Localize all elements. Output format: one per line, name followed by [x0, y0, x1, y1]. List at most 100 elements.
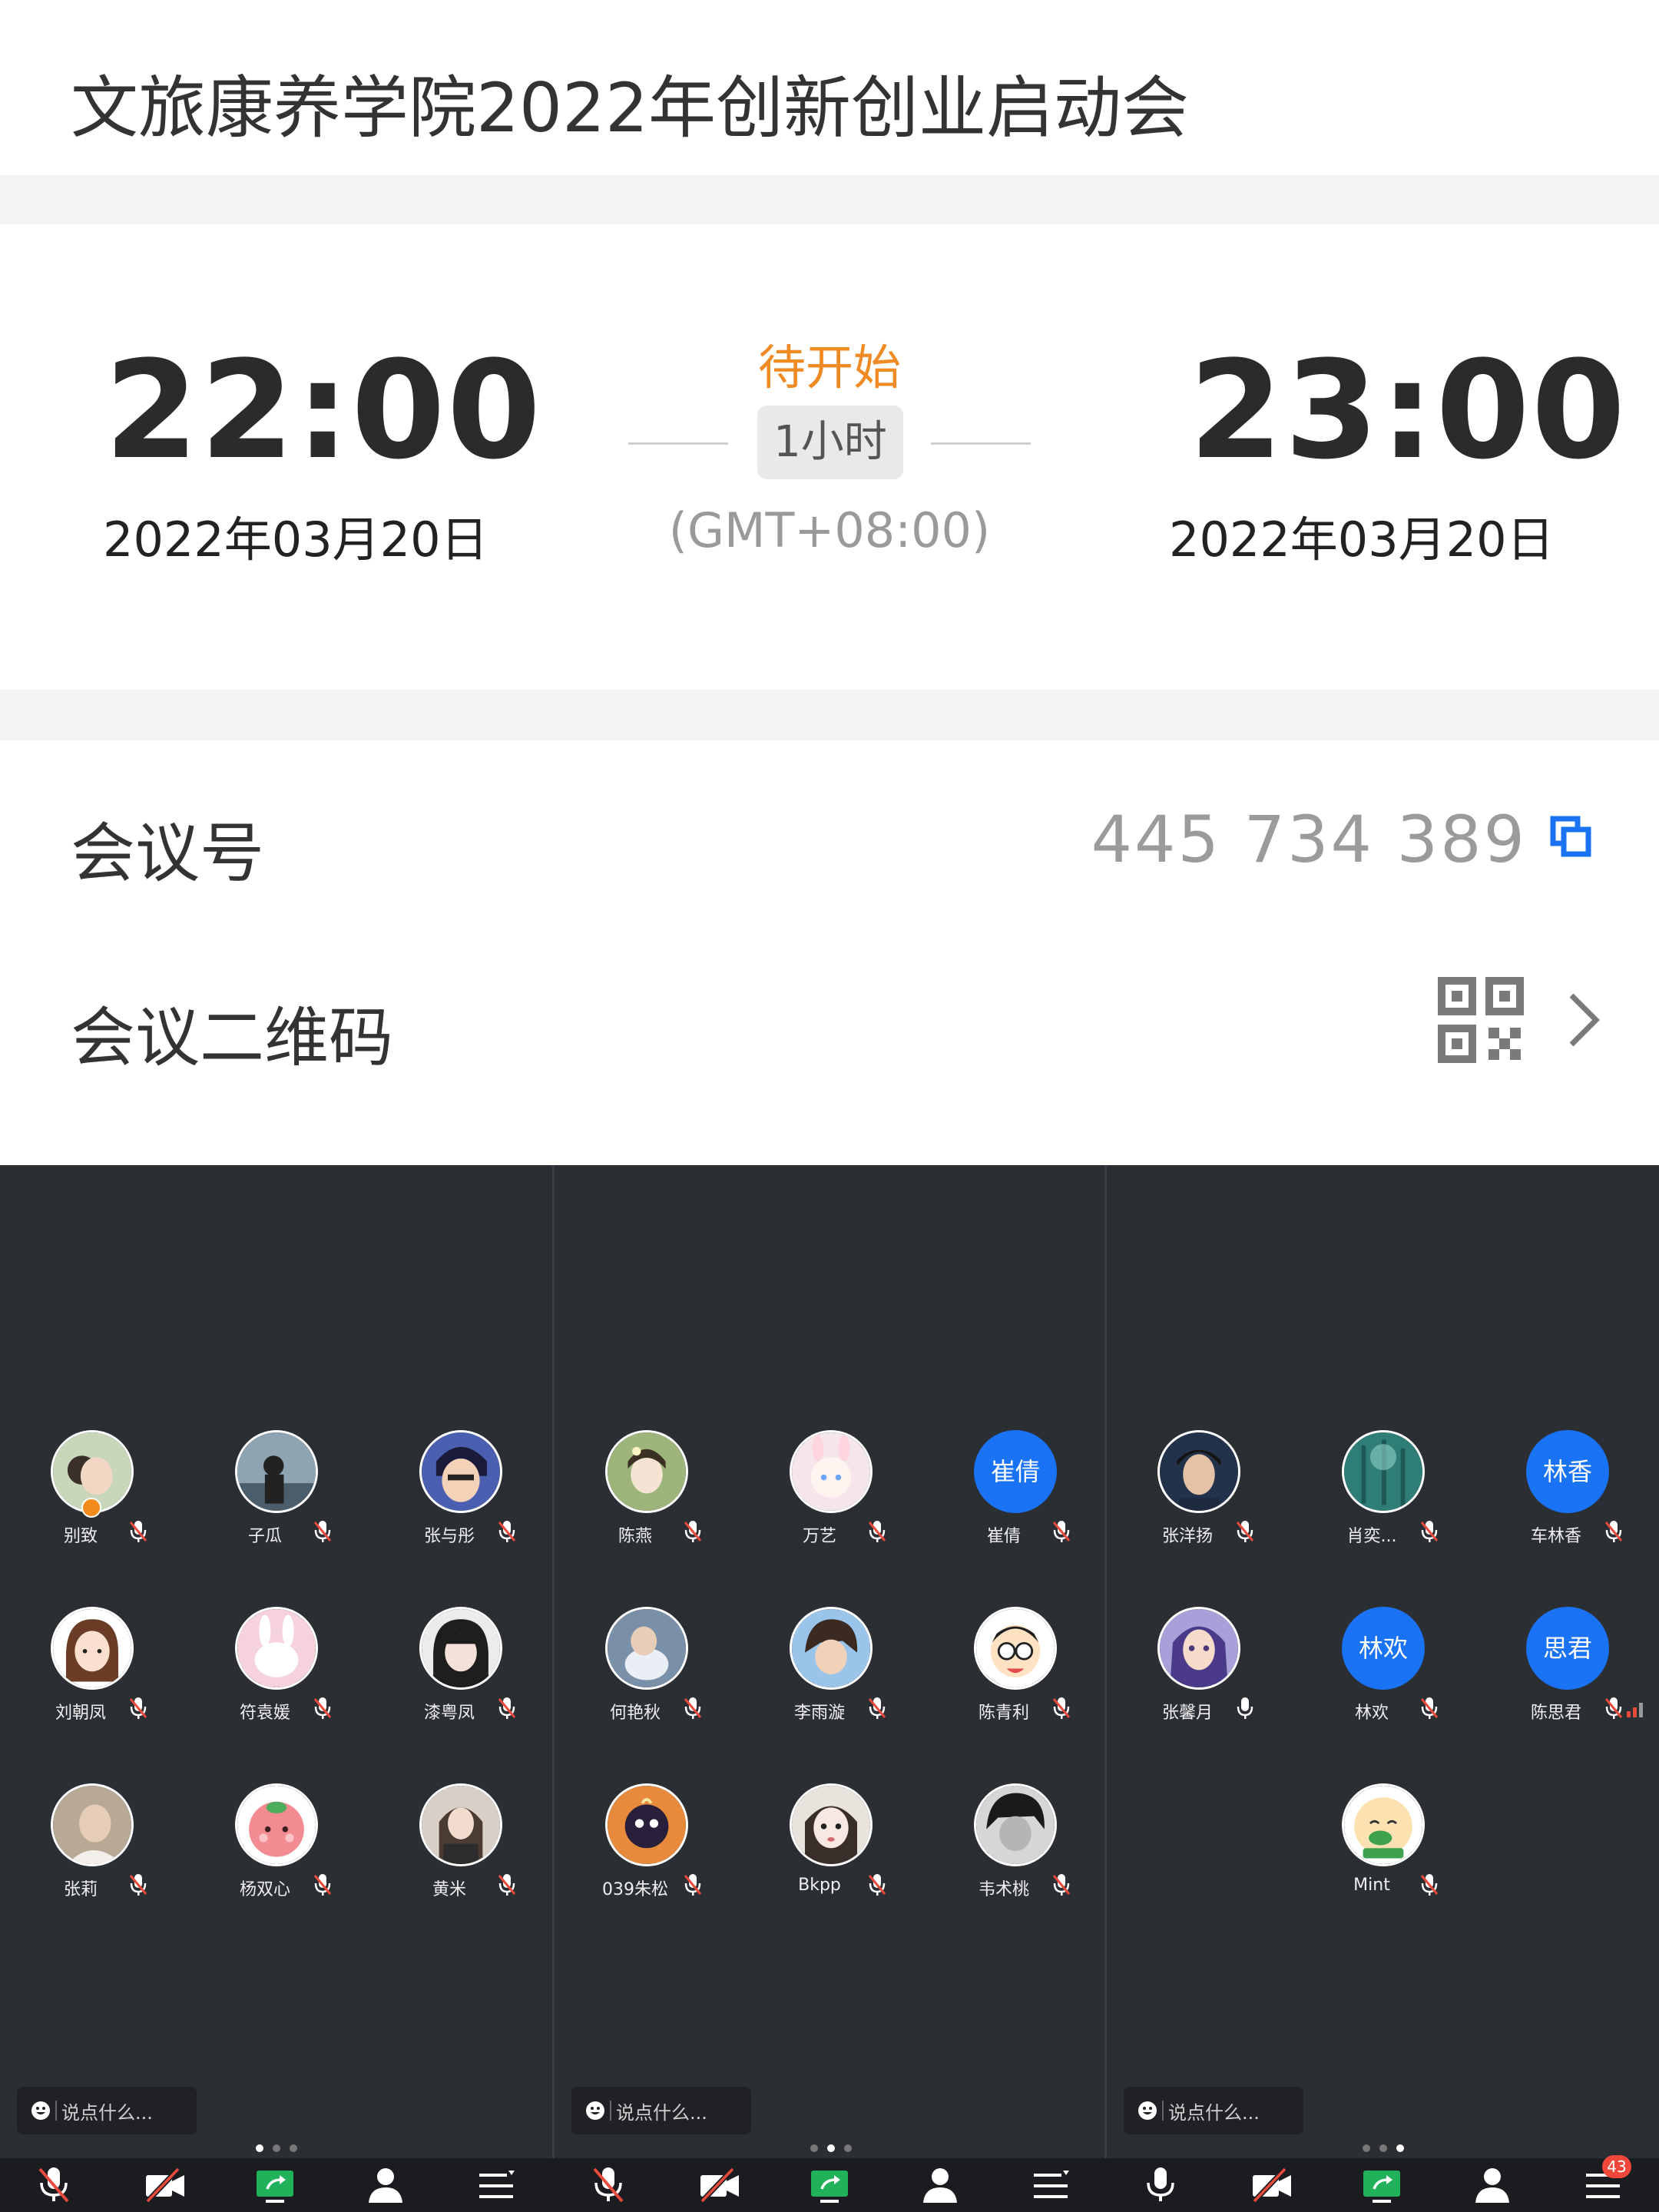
participant-tile[interactable]: 李雨漩	[762, 1607, 900, 1737]
page-dot[interactable]	[1396, 2144, 1404, 2152]
avatar[interactable]	[235, 1783, 318, 1866]
participant-tile[interactable]: 杨双心	[207, 1783, 346, 1914]
participant-tile[interactable]: 林香 车林香	[1498, 1430, 1637, 1561]
avatar[interactable]: 林欢	[1342, 1607, 1425, 1690]
chat-input[interactable]: 说点什么...	[571, 2087, 751, 2134]
participants-page-1[interactable]: 别致 子瓜 张与彤 刘朝凤 符袁媛 漆粤凤 张莉 杨双心 黄米 说点什么...	[0, 1165, 552, 2212]
page-dot[interactable]	[272, 2144, 280, 2152]
chat-placeholder: 说点什么...	[1168, 2102, 1260, 2124]
chat-input[interactable]: 说点什么...	[17, 2087, 197, 2134]
more-menu-icon[interactable]	[1029, 2164, 1072, 2206]
mic-muted-icon	[127, 1519, 149, 1544]
chat-input[interactable]: 说点什么...	[1124, 2087, 1303, 2134]
participant-tile[interactable]: 黄米	[392, 1783, 530, 1914]
participant-tile[interactable]: 崔倩 崔倩	[946, 1430, 1084, 1561]
avatar[interactable]	[605, 1430, 688, 1513]
participant-tile[interactable]: 子瓜	[207, 1430, 346, 1561]
participant-name: 陈青利	[978, 1704, 1029, 1723]
participant-tile[interactable]: 陈燕	[578, 1430, 716, 1561]
mic-icon[interactable]	[1139, 2164, 1182, 2206]
participants-icon[interactable]	[364, 2164, 407, 2206]
page-dot[interactable]	[810, 2144, 818, 2152]
avatar[interactable]	[790, 1430, 873, 1513]
avatar[interactable]	[419, 1430, 502, 1513]
qr-code-label[interactable]: 会议二维码	[71, 986, 393, 1079]
avatar[interactable]	[1157, 1607, 1240, 1690]
mic-muted-icon	[1051, 1696, 1072, 1720]
emoji-icon[interactable]	[1137, 2101, 1157, 2121]
page-dot[interactable]	[826, 2144, 835, 2152]
participant-name: 韦术桃	[978, 1880, 1029, 1899]
participant-name: 陈燕	[618, 1527, 652, 1546]
participant-tile[interactable]: 张莉	[23, 1783, 161, 1914]
participant-tile[interactable]: 思君 陈思君	[1498, 1607, 1643, 1737]
avatar[interactable]	[974, 1607, 1057, 1690]
avatar[interactable]	[51, 1607, 134, 1690]
avatar[interactable]: 思君	[1526, 1607, 1609, 1690]
end-time: 23:00	[1189, 332, 1628, 489]
page-dot[interactable]	[289, 2144, 297, 2152]
participant-tile[interactable]: 肖奕...	[1314, 1430, 1452, 1561]
avatar[interactable]	[605, 1607, 688, 1690]
time-card: 22:00 2022年03月20日 待开始 1小时 (GMT+08:00) 23…	[0, 224, 1659, 690]
participants-page-2[interactable]: 陈燕 万艺 崔倩 崔倩 何艳秋 李雨漩 陈青利 039朱松 Bkpp 韦术桃 说…	[555, 1165, 1107, 2212]
participant-tile[interactable]: 万艺	[762, 1430, 900, 1561]
share-screen-icon[interactable]	[808, 2164, 851, 2206]
share-screen-icon[interactable]	[253, 2164, 296, 2206]
avatar[interactable]: 林香	[1526, 1430, 1609, 1513]
participant-tile[interactable]: 别致	[23, 1430, 161, 1561]
share-screen-icon[interactable]	[1360, 2164, 1403, 2206]
avatar[interactable]	[419, 1783, 502, 1866]
video-off-icon[interactable]	[1250, 2164, 1293, 2206]
participant-tile[interactable]: Bkpp	[762, 1783, 900, 1914]
participant-tile[interactable]: 张馨月	[1130, 1607, 1268, 1737]
avatar[interactable]	[235, 1607, 318, 1690]
avatar[interactable]	[419, 1607, 502, 1690]
mic-muted-icon	[1419, 1873, 1440, 1897]
avatar[interactable]	[974, 1783, 1057, 1866]
participant-tile[interactable]: 039朱松	[578, 1783, 716, 1914]
mic-muted-icon[interactable]	[32, 2164, 75, 2206]
page-dot[interactable]	[255, 2144, 263, 2152]
avatar[interactable]	[1157, 1430, 1240, 1513]
participant-tile[interactable]: 张与彤	[392, 1430, 530, 1561]
more-menu-icon[interactable]	[475, 2164, 518, 2206]
emoji-icon[interactable]	[31, 2101, 51, 2121]
emoji-icon[interactable]	[585, 2101, 605, 2121]
page-dot[interactable]	[1362, 2144, 1370, 2152]
avatar[interactable]	[1342, 1430, 1425, 1513]
chevron-right-icon[interactable]	[1562, 989, 1605, 1051]
avatar[interactable]	[51, 1783, 134, 1866]
avatar[interactable]	[790, 1783, 873, 1866]
participant-name: 张与彤	[423, 1527, 475, 1546]
participant-tile[interactable]: 何艳秋	[578, 1607, 716, 1737]
mic-muted-icon	[682, 1519, 704, 1544]
participant-tile[interactable]: Mint	[1314, 1783, 1452, 1914]
mic-muted-icon[interactable]	[587, 2164, 630, 2206]
avatar[interactable]: 崔倩	[974, 1430, 1057, 1513]
avatar[interactable]	[1342, 1783, 1425, 1866]
mic-muted-icon	[682, 1696, 704, 1720]
participant-name: 万艺	[802, 1527, 836, 1546]
participant-tile[interactable]: 张洋扬	[1130, 1430, 1268, 1561]
page-dot[interactable]	[843, 2144, 852, 2152]
page-dot[interactable]	[1379, 2144, 1387, 2152]
copy-icon[interactable]	[1550, 816, 1591, 857]
video-off-icon[interactable]	[143, 2164, 186, 2206]
participants-icon[interactable]	[919, 2164, 962, 2206]
participant-tile[interactable]: 漆粤凤	[392, 1607, 530, 1737]
avatar[interactable]	[235, 1430, 318, 1513]
mic-muted-icon	[682, 1873, 704, 1897]
participant-tile[interactable]: 林欢 林欢	[1314, 1607, 1452, 1737]
avatar[interactable]	[605, 1783, 688, 1866]
participant-tile[interactable]: 韦术桃	[946, 1783, 1084, 1914]
participant-name: 张馨月	[1161, 1704, 1213, 1723]
video-off-icon[interactable]	[697, 2164, 740, 2206]
participant-tile[interactable]: 陈青利	[946, 1607, 1084, 1737]
participants-page-3[interactable]: 张洋扬 肖奕... 林香 车林香 张馨月 林欢 林欢 思君 陈思君 Mint 说…	[1107, 1165, 1659, 2212]
participant-tile[interactable]: 刘朝凤	[23, 1607, 161, 1737]
participants-icon[interactable]	[1471, 2164, 1514, 2206]
participant-tile[interactable]: 符袁媛	[207, 1607, 346, 1737]
qr-code-icon[interactable]	[1438, 977, 1524, 1063]
avatar[interactable]	[790, 1607, 873, 1690]
